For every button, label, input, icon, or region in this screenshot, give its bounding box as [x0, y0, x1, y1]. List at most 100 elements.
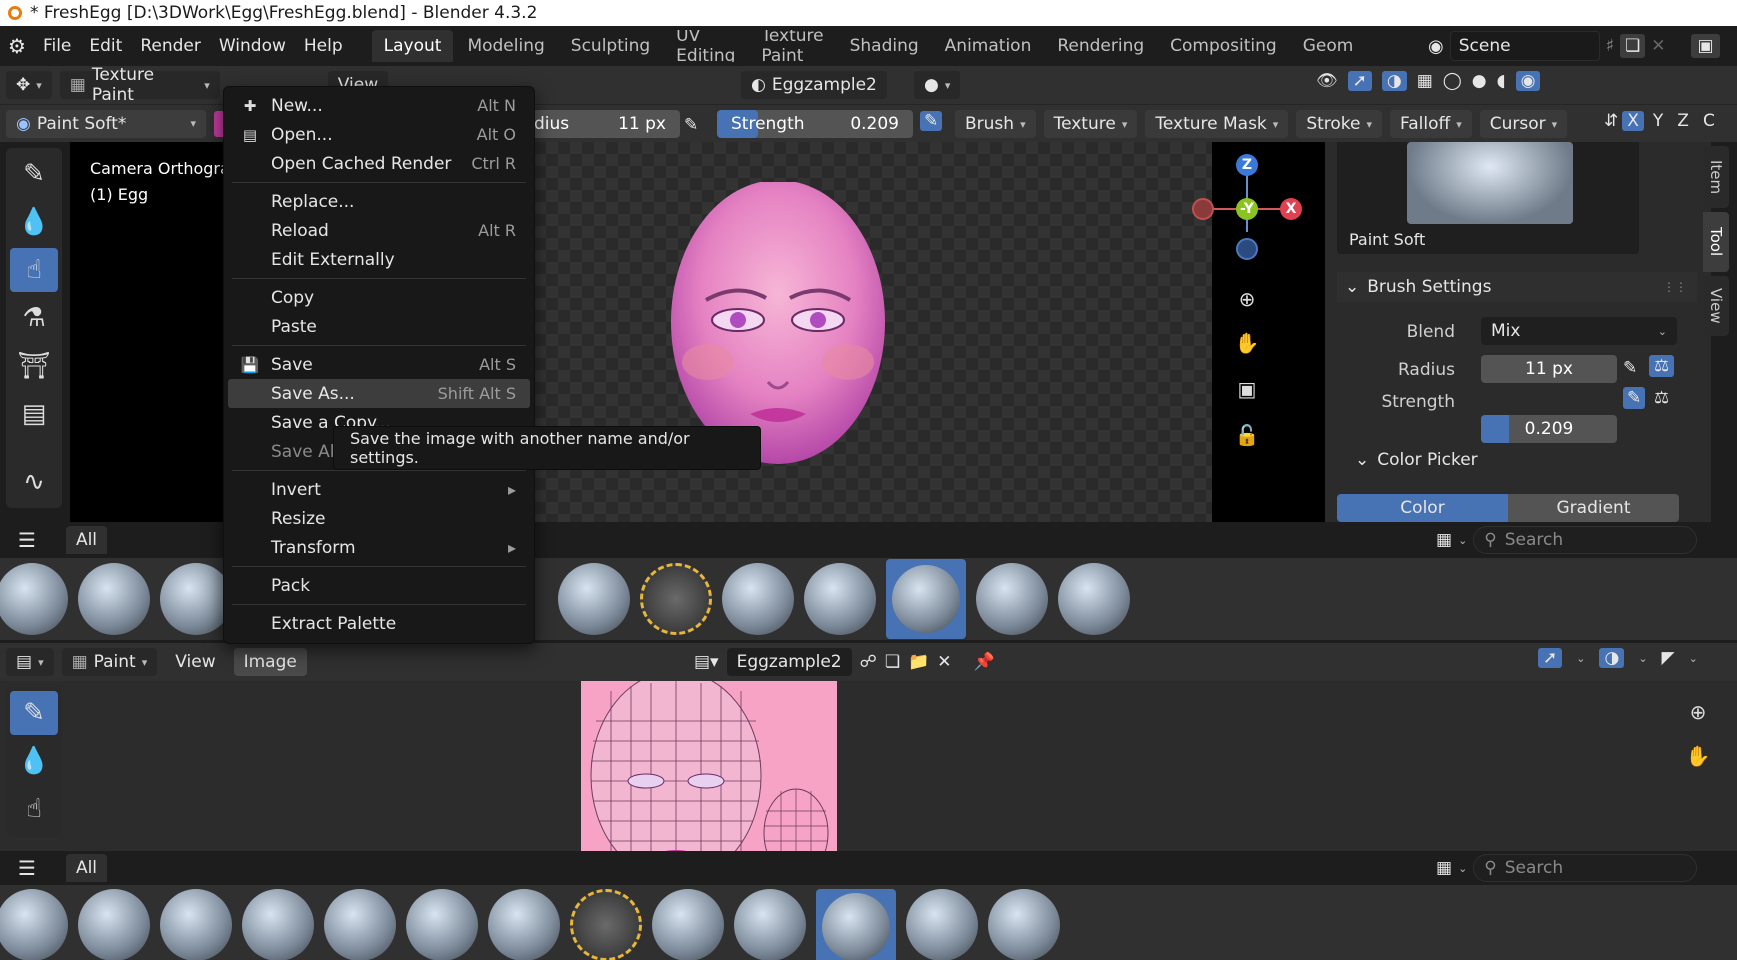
menu-help[interactable]: Help — [295, 31, 352, 61]
menu-item-copy[interactable]: Copy — [224, 283, 534, 312]
image-pan-hand-icon[interactable]: ✋ — [1681, 739, 1715, 773]
brush-menu[interactable]: Brush ▾ — [955, 110, 1036, 138]
zoom-icon[interactable]: ⊕ — [1230, 282, 1264, 316]
radius-unit-icon[interactable]: ⚖ — [1649, 355, 1675, 377]
strength-pressure-icon[interactable]: ✎ — [920, 111, 943, 131]
blend-dropdown[interactable]: Mix ⌄ — [1481, 317, 1677, 345]
mirror-z-button[interactable]: Z — [1672, 111, 1694, 131]
brush-asset[interactable] — [906, 889, 978, 960]
menu-item-transform[interactable]: Transform ▸ — [224, 533, 534, 562]
unlink-image-icon[interactable]: ✕ — [937, 652, 951, 672]
visibility-icon[interactable]: 👁 — [1316, 71, 1338, 91]
texture-menu[interactable]: Texture ▾ — [1043, 110, 1138, 138]
brush-asset[interactable] — [160, 889, 232, 960]
menu-item-replace[interactable]: Replace... — [224, 187, 534, 216]
gizmo-neg-y-axis[interactable]: -Y — [1236, 198, 1258, 220]
tab-view[interactable]: View — [1703, 276, 1729, 336]
grid-view-icon[interactable]: ▦ — [1436, 530, 1452, 550]
menu-item-reload[interactable]: Reload Alt R — [224, 216, 534, 245]
tab-uv-editing[interactable]: UV Editing — [664, 30, 747, 62]
hamburger-icon[interactable]: ☰ — [18, 856, 36, 880]
texture-mask-menu[interactable]: Texture Mask ▾ — [1145, 110, 1289, 138]
fake-user-shield-icon[interactable]: ☍ — [860, 652, 877, 672]
brush-asset[interactable] — [558, 563, 630, 635]
grid-view-icon[interactable]: ▦ — [1436, 858, 1452, 878]
menu-item-save-as[interactable]: Save As... Shift Alt S — [228, 379, 530, 408]
bottom-shelf-search-input[interactable]: ⚲ Search — [1473, 854, 1698, 882]
stroke-menu[interactable]: Stroke ▾ — [1296, 110, 1383, 138]
brush-asset[interactable] — [242, 889, 314, 960]
menu-item-invert[interactable]: Invert ▸ — [224, 475, 534, 504]
brush-asset[interactable] — [78, 889, 150, 960]
image-mode-selector[interactable]: ▦ Paint ▾ — [61, 648, 158, 676]
image-gizmo-icon[interactable]: ➚ — [1538, 648, 1563, 668]
fill-tool-icon[interactable]: ⛩ — [10, 344, 58, 388]
shading-material-icon[interactable]: ◖ — [1497, 71, 1506, 91]
gradient-tab[interactable]: Gradient — [1508, 494, 1679, 522]
menu-item-save[interactable]: 💾 Save Alt S — [224, 350, 534, 379]
scene-icon[interactable]: ◉ — [1428, 36, 1444, 57]
mirror-y-button[interactable]: Y — [1648, 111, 1668, 131]
strength-field-panel[interactable]: 0.209 — [1481, 415, 1617, 443]
lock-icon[interactable]: 🔓 — [1230, 418, 1264, 452]
radius-pressure-panel-icon[interactable]: ✎ — [1623, 358, 1637, 378]
menu-edit[interactable]: Edit — [80, 31, 131, 61]
delete-scene-icon[interactable]: ✕ — [1651, 36, 1665, 56]
navigation-gizmo[interactable]: Z -Y X — [1180, 142, 1320, 262]
menu-item-resize[interactable]: Resize — [224, 504, 534, 533]
menu-item-new[interactable]: ✚ New... Alt N — [224, 91, 534, 120]
image-browse-icon[interactable]: ▤▾ — [694, 652, 719, 672]
gizmo-toggle-icon[interactable]: ➚ — [1347, 71, 1372, 91]
image-name-field[interactable]: Eggzample2 — [726, 648, 852, 676]
gizmo-z-axis[interactable]: Z — [1236, 154, 1258, 176]
color-picker-header[interactable]: ⌄ Color Picker — [1355, 450, 1478, 470]
overlay-icon[interactable]: ◑ — [1381, 71, 1407, 91]
clone-tool-icon[interactable]: ⚗ — [10, 296, 58, 340]
radius-field[interactable]: dius 11 px — [520, 110, 680, 138]
soften-tool-icon[interactable]: 💧 — [10, 200, 58, 244]
tab-texture-paint[interactable]: Texture Paint — [749, 30, 835, 62]
brush-asset[interactable] — [570, 889, 642, 960]
duplicate-image-icon[interactable]: ❏ — [885, 652, 900, 672]
brush-asset[interactable] — [0, 563, 68, 635]
image-draw-tool-icon[interactable]: ✎ — [10, 691, 58, 735]
menu-item-pack[interactable]: Pack — [224, 571, 534, 600]
image-editor-canvas[interactable]: ✎ 💧 ☝ ⊕ ✋ — [0, 681, 1737, 881]
brush-asset[interactable] — [640, 563, 712, 635]
tab-rendering[interactable]: Rendering — [1045, 30, 1156, 62]
tab-shading[interactable]: Shading — [838, 30, 931, 62]
strength-unit-icon[interactable]: ⚖ — [1649, 387, 1674, 409]
gizmo-neg-x-axis[interactable] — [1192, 198, 1214, 220]
gizmo-neg-z-axis[interactable] — [1236, 238, 1258, 260]
image-slot-dropdown[interactable]: ● ▾ — [914, 71, 961, 99]
shading-solid-icon[interactable]: ● — [1472, 71, 1487, 91]
scene-selector[interactable]: Scene — [1449, 31, 1600, 61]
mode-selector[interactable]: ▦ Texture Paint ▾ — [59, 65, 220, 105]
brush-asset[interactable] — [1058, 563, 1130, 635]
gizmo-x-axis[interactable]: X — [1280, 198, 1302, 220]
menu-item-paste[interactable]: Paste — [224, 312, 534, 341]
brush-asset[interactable] — [804, 563, 876, 635]
tab-compositing[interactable]: Compositing — [1158, 30, 1289, 62]
brush-asset[interactable] — [78, 563, 150, 635]
shading-wire-icon[interactable]: ◯ — [1443, 71, 1462, 91]
strength-pressure-panel-icon[interactable]: ✎ — [1623, 387, 1646, 409]
tab-geometry[interactable]: Geome — [1291, 30, 1352, 62]
header-overflow[interactable]: C — [1698, 111, 1720, 131]
image-soften-tool-icon[interactable]: 💧 — [10, 739, 58, 783]
menu-window[interactable]: Window — [210, 31, 295, 61]
menu-render[interactable]: Render — [131, 31, 210, 61]
symmetry-icon[interactable]: ⇵ — [1604, 111, 1618, 131]
xray-icon[interactable]: ▦ — [1417, 71, 1433, 91]
camera-view-icon[interactable]: ▣ — [1230, 372, 1264, 406]
tab-tool[interactable]: Tool — [1703, 212, 1729, 272]
brush-asset[interactable] — [722, 563, 794, 635]
brush-asset[interactable] — [988, 889, 1060, 960]
menu-item-extract-palette[interactable]: Extract Palette — [224, 609, 534, 638]
menu-item-open-cached-render[interactable]: Open Cached Render Ctrl R — [224, 149, 534, 178]
image-smear-tool-icon[interactable]: ☝ — [10, 787, 58, 831]
brush-asset[interactable] — [734, 889, 806, 960]
color-tab[interactable]: Color — [1337, 494, 1508, 522]
menu-item-open[interactable]: ▤ Open... Alt O — [224, 120, 534, 149]
mirror-x-button[interactable]: X — [1622, 111, 1644, 131]
